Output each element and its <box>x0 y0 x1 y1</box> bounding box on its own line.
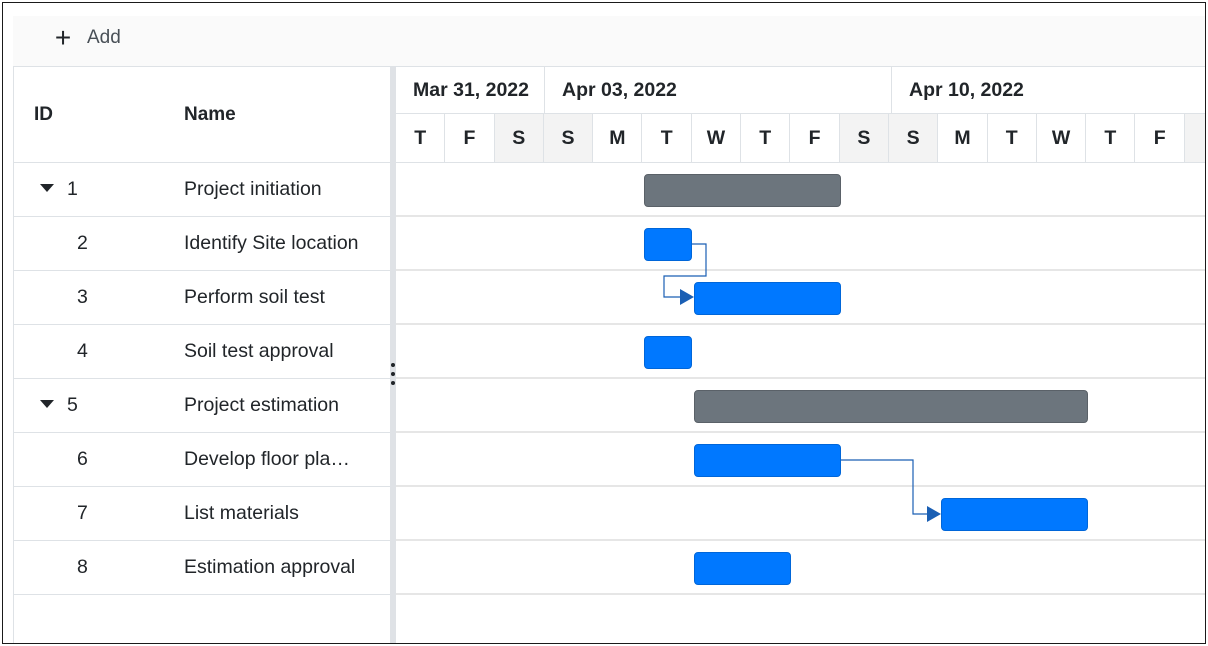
collapse-caret-icon[interactable] <box>40 400 54 408</box>
day-header-cell: T <box>643 114 692 162</box>
week-header-cell: Mar 31, 2022 <box>396 67 545 114</box>
table-row[interactable]: 8 Estimation approval <box>14 541 391 595</box>
task-id: 8 <box>77 556 88 578</box>
day-header-cell: T <box>988 114 1037 162</box>
task-name: Estimation approval <box>184 556 356 578</box>
summary-bar[interactable] <box>644 174 841 207</box>
chart-row <box>396 541 1205 595</box>
chart-row <box>396 325 1205 379</box>
task-name: Soil test approval <box>184 340 334 362</box>
task-name: Develop floor pla… <box>184 448 350 470</box>
day-header-cell: T <box>396 114 446 162</box>
task-bar[interactable] <box>644 228 692 261</box>
task-id: 4 <box>77 340 88 362</box>
timeline-week-header: Mar 31, 2022 Apr 03, 2022 Apr 10, 2022 <box>396 67 1205 114</box>
task-id: 2 <box>77 232 88 254</box>
week-header-cell: Apr 10, 2022 <box>909 79 1024 101</box>
plus-icon: + <box>54 22 72 53</box>
chart-row <box>396 271 1205 325</box>
day-header-cell: W <box>1037 114 1087 162</box>
table-row[interactable]: 4 Soil test approval <box>14 325 391 379</box>
task-bar[interactable] <box>694 444 841 477</box>
day-header-cell: F <box>1136 114 1185 162</box>
task-bar[interactable] <box>644 336 692 369</box>
chart-row <box>396 433 1205 487</box>
task-id: 6 <box>77 448 88 470</box>
day-header-cell: S <box>494 114 544 162</box>
task-bar[interactable] <box>941 498 1088 531</box>
day-header-cell: S <box>839 114 889 162</box>
day-header-cell: F <box>790 114 840 162</box>
table-row[interactable]: 3 Perform soil test <box>14 271 391 325</box>
summary-bar[interactable] <box>694 390 1088 423</box>
task-bar[interactable] <box>694 552 791 585</box>
chart-row <box>396 379 1205 433</box>
task-id: 5 <box>67 394 78 416</box>
task-id: 1 <box>67 178 78 200</box>
table-row[interactable]: 1 Project initiation <box>14 163 391 217</box>
task-name: Perform soil test <box>184 286 325 308</box>
chart-row <box>396 487 1205 541</box>
day-header-cell: F <box>445 114 495 162</box>
day-header-cell: W <box>692 114 742 162</box>
add-button[interactable]: + Add <box>51 22 121 54</box>
toolbar: + Add <box>13 16 1205 67</box>
task-id: 3 <box>77 286 88 308</box>
day-header-cell: S <box>543 114 594 162</box>
week-header-cell: Apr 03, 2022 <box>545 67 892 114</box>
day-header-cell: M <box>593 114 643 162</box>
day-header-cell <box>1184 114 1205 162</box>
collapse-caret-icon[interactable] <box>40 184 54 192</box>
table-row[interactable]: 7 List materials <box>14 487 391 541</box>
day-header-cell: T <box>741 114 791 162</box>
gantt-window: + Add ID Name 1 Project initiation 2 Ide… <box>2 2 1206 644</box>
timeline-day-header: T F S S M T W T F S S M T W T F <box>396 114 1205 163</box>
chart-row <box>396 163 1205 217</box>
column-header-name[interactable]: Name <box>184 67 236 163</box>
gantt-chart: Mar 31, 2022 Apr 03, 2022 Apr 10, 2022 T… <box>396 67 1205 643</box>
table-row[interactable]: 6 Develop floor pla… <box>14 433 391 487</box>
add-button-label: Add <box>87 27 121 48</box>
grid-header: ID Name <box>14 67 391 163</box>
day-header-cell: S <box>889 114 939 162</box>
day-header-cell: T <box>1086 114 1136 162</box>
column-header-id[interactable]: ID <box>34 67 53 163</box>
table-row[interactable]: 2 Identify Site location <box>14 217 391 271</box>
task-name: Project initiation <box>184 178 322 200</box>
table-row[interactable]: 5 Project estimation <box>14 379 391 433</box>
task-id: 7 <box>77 502 88 524</box>
task-bar[interactable] <box>694 282 841 315</box>
day-header-cell: M <box>938 114 988 162</box>
task-name: List materials <box>184 502 299 524</box>
task-name: Identify Site location <box>184 232 359 254</box>
task-grid: ID Name 1 Project initiation 2 Identify … <box>13 67 391 643</box>
chart-row <box>396 217 1205 271</box>
task-name: Project estimation <box>184 394 339 416</box>
